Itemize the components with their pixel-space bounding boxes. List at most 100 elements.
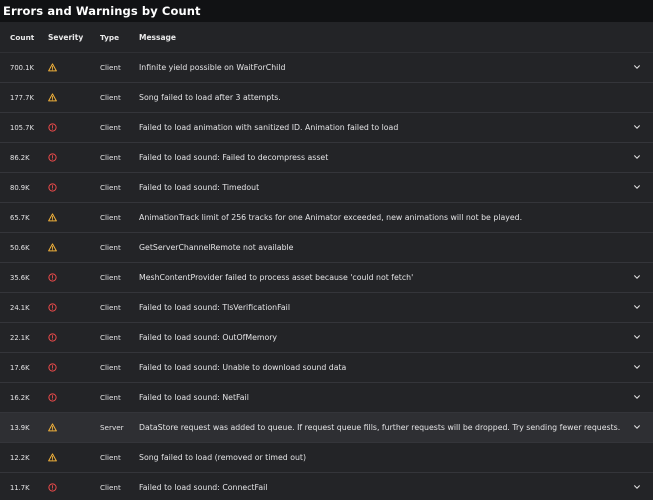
message-cell: Failed to load sound: Unable to download… (139, 363, 347, 372)
chevron-down-icon[interactable] (633, 483, 641, 491)
severity-cell (48, 363, 100, 372)
error-icon (48, 393, 57, 402)
table-row[interactable]: 12.2K Client Song failed to load (removed … (0, 443, 653, 473)
chevron-down-icon[interactable] (633, 333, 641, 341)
message-cell: Failed to load sound: OutOfMemory (139, 333, 278, 342)
errors-table: Count Severity Type Message 700.1K Client… (0, 22, 653, 500)
message-cell: Song failed to load after 3 attempts. (139, 93, 281, 102)
chevron-down-icon[interactable] (633, 123, 641, 131)
type-cell: Client (100, 243, 121, 252)
count-cell: 13.9K (10, 423, 30, 432)
severity-cell (48, 63, 100, 72)
chevron-down-icon[interactable] (633, 393, 641, 401)
severity-cell (48, 273, 100, 282)
message-cell: GetServerChannelRemote not available (139, 243, 294, 252)
warning-icon (48, 423, 57, 432)
chevron-down-icon[interactable] (633, 423, 641, 431)
header-type[interactable]: Type (100, 33, 139, 42)
chevron-down-icon[interactable] (633, 363, 641, 371)
error-icon (48, 363, 57, 372)
message-cell: Failed to load sound: TlsVerificationFai… (139, 303, 290, 312)
count-cell: 16.2K (10, 393, 30, 402)
type-cell: Client (100, 483, 121, 492)
table-row[interactable]: 65.7K Client AnimationTrack limit of 256 t… (0, 203, 653, 233)
type-cell: Client (100, 273, 121, 282)
table-row[interactable]: 86.2K Client Failed to load sound: Failed … (0, 143, 653, 173)
count-cell: 65.7K (10, 213, 30, 222)
type-cell: Client (100, 63, 121, 72)
severity-cell (48, 483, 100, 492)
header-message[interactable]: Message (139, 33, 653, 42)
table-row[interactable]: 24.1K Client Failed to load sound: TlsVeri… (0, 293, 653, 323)
chevron-down-icon[interactable] (633, 183, 641, 191)
severity-cell (48, 303, 100, 312)
chevron-down-icon[interactable] (633, 273, 641, 281)
table-row[interactable]: 13.9K Server DataStore request was added t… (0, 413, 653, 443)
error-icon (48, 153, 57, 162)
type-cell: Client (100, 153, 121, 162)
message-cell: MeshContentProvider failed to process as… (139, 273, 414, 282)
chevron-down-icon[interactable] (633, 303, 641, 311)
count-cell: 12.2K (10, 453, 30, 462)
count-cell: 22.1K (10, 333, 30, 342)
severity-cell (48, 333, 100, 342)
message-cell: AnimationTrack limit of 256 tracks for o… (139, 213, 523, 222)
chevron-down-icon[interactable] (633, 63, 641, 71)
table-header: Count Severity Type Message (0, 22, 653, 53)
message-cell: Failed to load sound: Failed to decompre… (139, 153, 329, 162)
warning-icon (48, 63, 57, 72)
message-cell: Failed to load sound: ConnectFail (139, 483, 268, 492)
severity-cell (48, 243, 100, 252)
table-row[interactable]: 105.7K Client Failed to load animation wit… (0, 113, 653, 143)
error-icon (48, 483, 57, 492)
count-cell: 50.6K (10, 243, 30, 252)
type-cell: Server (100, 423, 124, 432)
error-icon (48, 123, 57, 132)
severity-cell (48, 393, 100, 402)
page-title: Errors and Warnings by Count (3, 4, 201, 18)
count-cell: 80.9K (10, 183, 30, 192)
type-cell: Client (100, 93, 121, 102)
type-cell: Client (100, 333, 121, 342)
count-cell: 11.7K (10, 483, 30, 492)
message-cell: Infinite yield possible on WaitForChild (139, 63, 286, 72)
table-row[interactable]: 11.7K Client Failed to load sound: Connect… (0, 473, 653, 500)
type-cell: Client (100, 303, 121, 312)
count-cell: 86.2K (10, 153, 30, 162)
message-cell: Failed to load sound: NetFail (139, 393, 249, 402)
message-cell: DataStore request was added to queue. If… (139, 423, 621, 432)
count-cell: 24.1K (10, 303, 30, 312)
count-cell: 105.7K (10, 123, 34, 132)
type-cell: Client (100, 123, 121, 132)
count-cell: 17.6K (10, 363, 30, 372)
table-row[interactable]: 22.1K Client Failed to load sound: OutOfMe… (0, 323, 653, 353)
header-count[interactable]: Count (0, 33, 48, 42)
table-row[interactable]: 80.9K Client Failed to load sound: Timedou… (0, 173, 653, 203)
message-cell: Song failed to load (removed or timed ou… (139, 453, 307, 462)
table-row[interactable]: 700.1K Client Infinite yield possible on W… (0, 53, 653, 83)
table-row[interactable]: 16.2K Client Failed to load sound: NetFail (0, 383, 653, 413)
warning-icon (48, 93, 57, 102)
count-cell: 35.6K (10, 273, 30, 282)
type-cell: Client (100, 453, 121, 462)
table-row[interactable]: 177.7K Client Song failed to load after 3 … (0, 83, 653, 113)
warning-icon (48, 213, 57, 222)
type-cell: Client (100, 393, 121, 402)
table-body: 700.1K Client Infinite yield possible on W… (0, 53, 653, 500)
error-icon (48, 273, 57, 282)
table-row[interactable]: 35.6K Client MeshContentProvider failed to… (0, 263, 653, 293)
severity-cell (48, 423, 100, 432)
table-row[interactable]: 17.6K Client Failed to load sound: Unable … (0, 353, 653, 383)
warning-icon (48, 453, 57, 462)
error-icon (48, 333, 57, 342)
severity-cell (48, 93, 100, 102)
warning-icon (48, 243, 57, 252)
message-cell: Failed to load sound: Timedout (139, 183, 260, 192)
severity-cell (48, 123, 100, 132)
error-icon (48, 303, 57, 312)
header-severity[interactable]: Severity (48, 33, 100, 42)
table-row[interactable]: 50.6K Client GetServerChannelRemote not av… (0, 233, 653, 263)
chevron-down-icon[interactable] (633, 153, 641, 161)
title-bar: Errors and Warnings by Count (0, 0, 653, 22)
count-cell: 177.7K (10, 93, 34, 102)
